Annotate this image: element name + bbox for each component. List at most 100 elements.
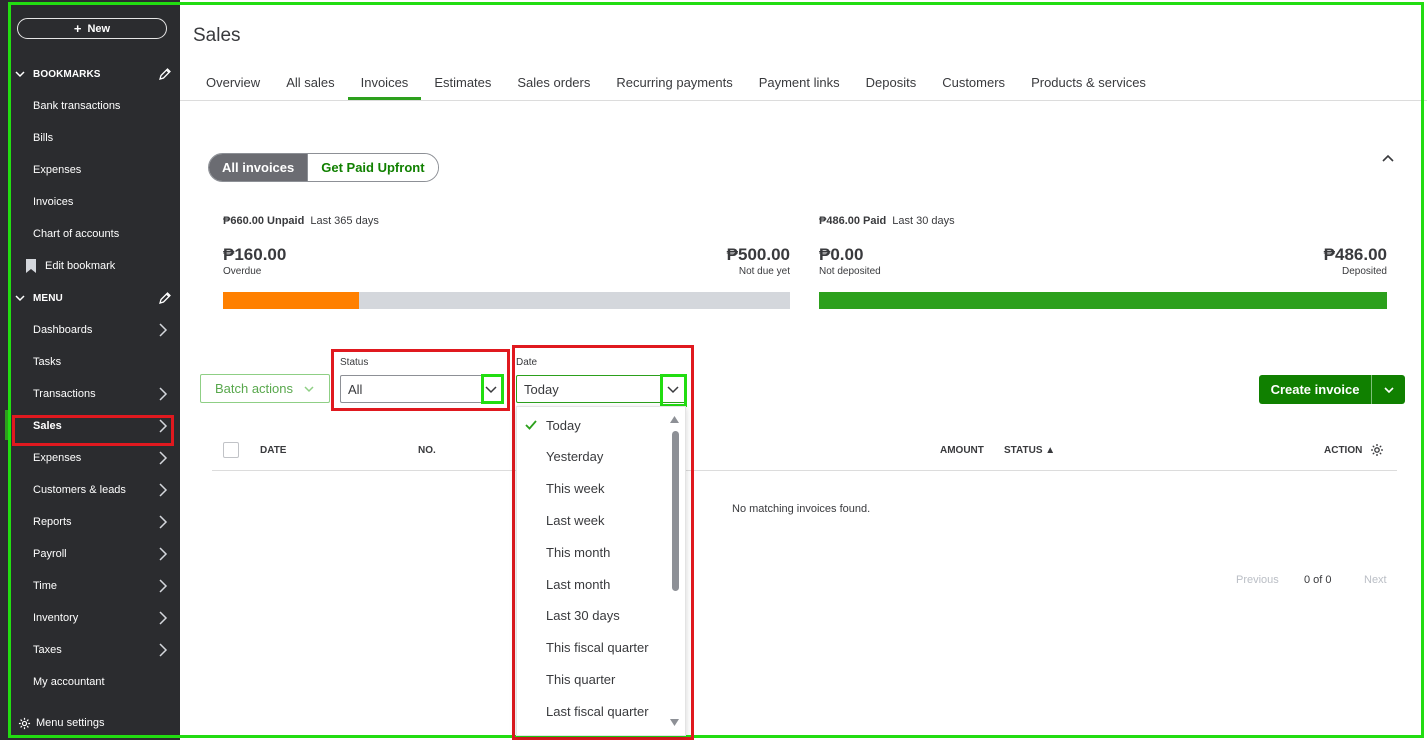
tab-products-services[interactable]: Products & services — [1018, 64, 1159, 100]
bookmark-item[interactable]: Bank transactions — [14, 94, 174, 118]
not-due-yet-label: Not due yet — [738, 266, 790, 277]
sidebar-item-expenses[interactable]: Expenses — [14, 446, 174, 470]
next-page-button[interactable]: Next — [1364, 574, 1387, 586]
left-nav: + New BOOKMARKS Bank transactions Bills … — [0, 0, 180, 740]
date-option[interactable]: Last fiscal quarter — [517, 700, 667, 722]
paid-period: Last 30 days — [892, 215, 955, 227]
bookmark-label: Invoices — [33, 196, 74, 208]
paid-progress-bar[interactable] — [819, 292, 1387, 309]
sidebar-item-my-accountant[interactable]: My accountant — [14, 670, 174, 694]
unpaid-progress-bar[interactable] — [223, 292, 790, 309]
sidebar-item-time[interactable]: Time — [14, 574, 174, 598]
column-amount[interactable]: AMOUNT — [940, 445, 984, 456]
chevron-up-icon[interactable] — [1381, 151, 1395, 165]
get-paid-upfront-toggle[interactable]: Get Paid Upfront — [307, 154, 438, 181]
bookmarks-header[interactable]: BOOKMARKS — [14, 64, 172, 84]
tab-payment-links[interactable]: Payment links — [746, 64, 853, 100]
status-dropdown-toggle[interactable] — [479, 376, 503, 402]
sidebar-item-reports[interactable]: Reports — [14, 510, 174, 534]
menu-header[interactable]: MENU — [14, 288, 172, 308]
checkmark-icon — [525, 420, 537, 430]
create-invoice-menu-toggle[interactable] — [1372, 375, 1405, 404]
gear-icon[interactable] — [1370, 443, 1384, 457]
scroll-down-icon[interactable] — [670, 719, 679, 726]
status-filter-label: Status — [340, 357, 369, 368]
date-option[interactable]: Last month — [517, 573, 667, 595]
bookmark-item[interactable]: Bills — [14, 126, 174, 150]
bookmark-item[interactable]: Chart of accounts — [14, 222, 174, 246]
chevron-right-icon — [159, 483, 168, 497]
date-option-label: Yesterday — [546, 449, 604, 465]
create-invoice-button[interactable]: Create invoice — [1259, 375, 1405, 404]
date-option[interactable]: This month — [517, 541, 667, 563]
tab-invoices[interactable]: Invoices — [347, 64, 422, 100]
pencil-icon[interactable] — [158, 291, 172, 305]
overdue-amount[interactable]: ₱160.00 — [223, 245, 286, 265]
bookmark-label: Expenses — [33, 164, 82, 176]
sidebar-item-sales[interactable]: Sales — [14, 414, 174, 438]
tab-all-sales[interactable]: All sales — [273, 64, 347, 100]
date-option[interactable]: Last week — [517, 509, 667, 531]
chevron-down-icon — [667, 386, 679, 394]
gear-icon — [18, 717, 31, 729]
tab-overview[interactable]: Overview — [193, 64, 273, 100]
sidebar-item-taxes[interactable]: Taxes — [14, 638, 174, 662]
batch-actions-button[interactable]: Batch actions — [200, 374, 330, 403]
column-date[interactable]: DATE — [260, 445, 286, 456]
select-all-checkbox[interactable] — [223, 442, 239, 458]
date-option[interactable]: This quarter — [517, 668, 667, 690]
date-dropdown-toggle[interactable] — [661, 376, 685, 402]
sidebar-item-label: Taxes — [33, 644, 62, 656]
sidebar-item-dashboards[interactable]: Dashboards — [14, 318, 174, 342]
scrollbar-thumb[interactable] — [672, 431, 679, 591]
page-title: Sales — [193, 25, 241, 46]
chevron-right-icon — [159, 643, 168, 657]
previous-page-button[interactable]: Previous — [1236, 574, 1279, 586]
edit-bookmark[interactable]: Edit bookmark — [14, 254, 174, 278]
not-due-yet-amount[interactable]: ₱500.00 — [722, 245, 790, 265]
column-status[interactable]: STATUS ▲ — [1004, 445, 1055, 456]
status-select[interactable]: All — [340, 375, 504, 403]
menu-settings[interactable]: Menu settings — [18, 714, 104, 732]
date-option[interactable]: Last 30 days — [517, 605, 667, 627]
date-option-label: Last month — [546, 576, 611, 592]
tab-sales-orders[interactable]: Sales orders — [504, 64, 603, 100]
date-option[interactable]: Today — [517, 414, 667, 436]
bookmark-label: Chart of accounts — [33, 228, 120, 240]
bookmark-item[interactable]: Expenses — [14, 158, 174, 182]
date-option[interactable]: This fiscal quarter — [517, 637, 667, 659]
deposited-label: Deposited — [1341, 266, 1387, 277]
new-button-label: New — [87, 22, 111, 35]
overdue-bar-fill — [223, 292, 360, 309]
tab-recurring-payments[interactable]: Recurring payments — [603, 64, 745, 100]
new-button[interactable]: + New — [17, 18, 167, 39]
date-option-label: This fiscal quarter — [546, 640, 649, 656]
chevron-right-icon — [159, 323, 168, 337]
overdue-label: Overdue — [223, 266, 262, 277]
sidebar-item-inventory[interactable]: Inventory — [14, 606, 174, 630]
date-option-label: This month — [546, 544, 611, 560]
date-option[interactable]: Yesterday — [517, 446, 667, 468]
date-select[interactable]: Today — [516, 375, 686, 403]
pencil-icon[interactable] — [158, 67, 172, 81]
sidebar-item-customers-leads[interactable]: Customers & leads — [14, 478, 174, 502]
batch-actions-label: Batch actions — [214, 381, 294, 396]
tab-deposits[interactable]: Deposits — [853, 64, 930, 100]
not-deposited-label: Not deposited — [819, 266, 881, 277]
date-option-label: Last 30 days — [546, 608, 620, 624]
tab-customers[interactable]: Customers — [929, 64, 1018, 100]
all-invoices-toggle[interactable]: All invoices — [209, 154, 308, 181]
date-option[interactable]: This week — [517, 478, 667, 500]
bookmark-item[interactable]: Invoices — [14, 190, 174, 214]
sidebar-item-transactions[interactable]: Transactions — [14, 382, 174, 406]
scrollbar[interactable] — [671, 421, 679, 723]
tab-estimates[interactable]: Estimates — [421, 64, 504, 100]
column-action: ACTION — [1324, 445, 1363, 456]
date-select-value: Today — [524, 381, 559, 397]
deposited-amount[interactable]: ₱486.00 — [1280, 245, 1387, 265]
column-number[interactable]: NO. — [418, 445, 436, 456]
sidebar-item-tasks[interactable]: Tasks — [14, 350, 174, 374]
not-deposited-amount[interactable]: ₱0.00 — [819, 245, 863, 265]
paid-summary: ₱486.00 Paid Last 30 days — [819, 215, 955, 227]
sidebar-item-payroll[interactable]: Payroll — [14, 542, 174, 566]
